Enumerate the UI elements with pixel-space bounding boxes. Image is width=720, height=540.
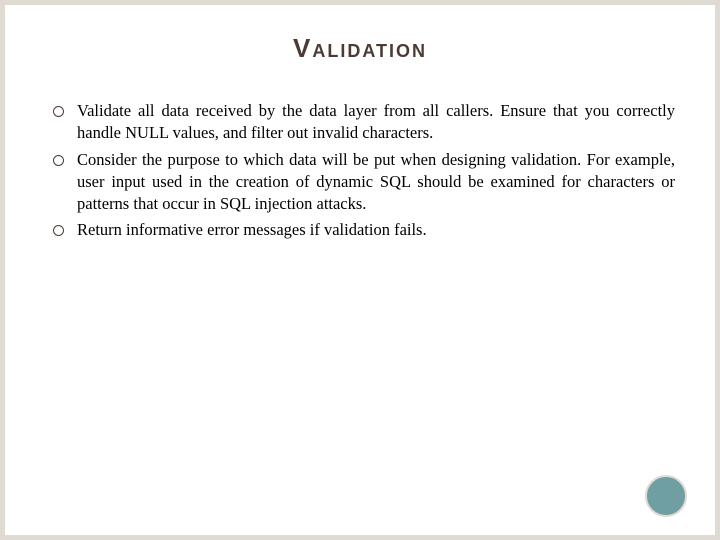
circle-icon [645,475,687,517]
slide-title: Validation [45,33,675,64]
list-item: Validate all data received by the data l… [53,100,675,145]
bullet-list: Validate all data received by the data l… [45,100,675,242]
list-item: Consider the purpose to which data will … [53,149,675,216]
slide-frame: Validation Validate all data received by… [0,0,720,540]
list-item: Return informative error messages if val… [53,219,675,241]
